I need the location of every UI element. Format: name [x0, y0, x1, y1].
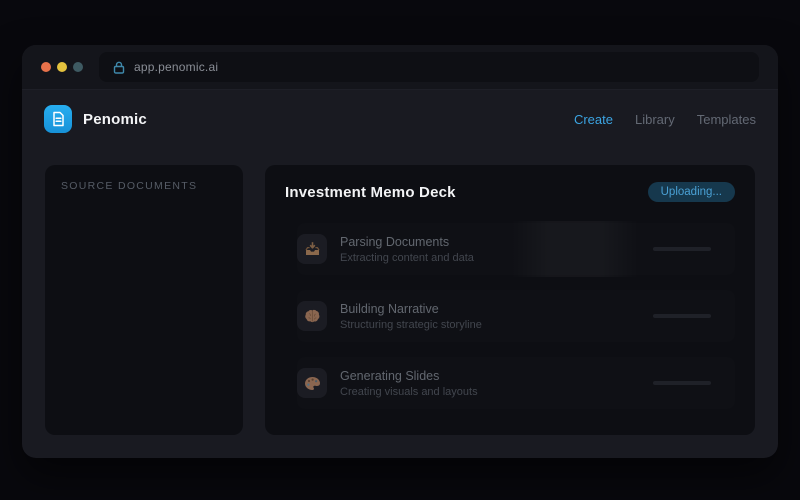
palette-icon — [304, 376, 321, 391]
source-documents-panel: SOURCE DOCUMENTS — [45, 165, 243, 435]
step-icon-tile — [297, 234, 327, 264]
step-icon-tile — [297, 301, 327, 331]
step-title: Parsing Documents — [340, 235, 474, 249]
step-building-narrative: Building Narrative Structuring strategic… — [297, 290, 735, 342]
status-badge: Uploading... — [648, 182, 735, 202]
browser-title-bar: app.penomic.ai — [22, 45, 778, 90]
step-progress-bar — [653, 314, 711, 318]
deck-panel-header: Investment Memo Deck Uploading... — [285, 182, 735, 202]
step-text: Parsing Documents Extracting content and… — [340, 235, 474, 264]
step-generating-slides: Generating Slides Creating visuals and l… — [297, 357, 735, 409]
deck-title: Investment Memo Deck — [285, 184, 456, 201]
document-icon — [51, 111, 66, 127]
main-nav: Create Library Templates — [574, 112, 756, 127]
nav-create[interactable]: Create — [574, 112, 613, 127]
app-header: Penomic Create Library Templates — [22, 90, 778, 134]
step-text: Generating Slides Creating visuals and l… — [340, 369, 478, 398]
step-subtitle: Structuring strategic storyline — [340, 319, 482, 331]
browser-window: app.penomic.ai Penomic Create Library Te… — [22, 45, 778, 458]
deck-panel: Investment Memo Deck Uploading... — [265, 165, 755, 435]
loading-shimmer — [511, 221, 639, 277]
lock-icon — [113, 61, 125, 74]
inbox-tray-icon — [304, 241, 321, 257]
step-progress-bar — [653, 381, 711, 385]
step-subtitle: Creating visuals and layouts — [340, 386, 478, 398]
nav-library[interactable]: Library — [635, 112, 675, 127]
step-icon-tile — [297, 368, 327, 398]
pipeline-steps: Parsing Documents Extracting content and… — [285, 223, 735, 409]
step-text: Building Narrative Structuring strategic… — [340, 302, 482, 331]
step-title: Generating Slides — [340, 369, 478, 383]
content-panels: SOURCE DOCUMENTS Investment Memo Deck Up… — [45, 165, 755, 435]
penomic-logo[interactable] — [44, 105, 72, 133]
minimize-window-button[interactable] — [57, 62, 67, 72]
brain-icon — [304, 309, 321, 323]
brand-name: Penomic — [83, 111, 147, 128]
step-title: Building Narrative — [340, 302, 482, 316]
close-window-button[interactable] — [41, 62, 51, 72]
step-progress-bar — [653, 247, 711, 251]
nav-templates[interactable]: Templates — [697, 112, 756, 127]
url-bar[interactable]: app.penomic.ai — [99, 52, 759, 82]
step-parsing-documents: Parsing Documents Extracting content and… — [297, 223, 735, 275]
window-controls — [41, 62, 83, 72]
url-text: app.penomic.ai — [134, 60, 218, 74]
zoom-window-button[interactable] — [73, 62, 83, 72]
sidebar-title: SOURCE DOCUMENTS — [61, 180, 227, 192]
step-subtitle: Extracting content and data — [340, 252, 474, 264]
